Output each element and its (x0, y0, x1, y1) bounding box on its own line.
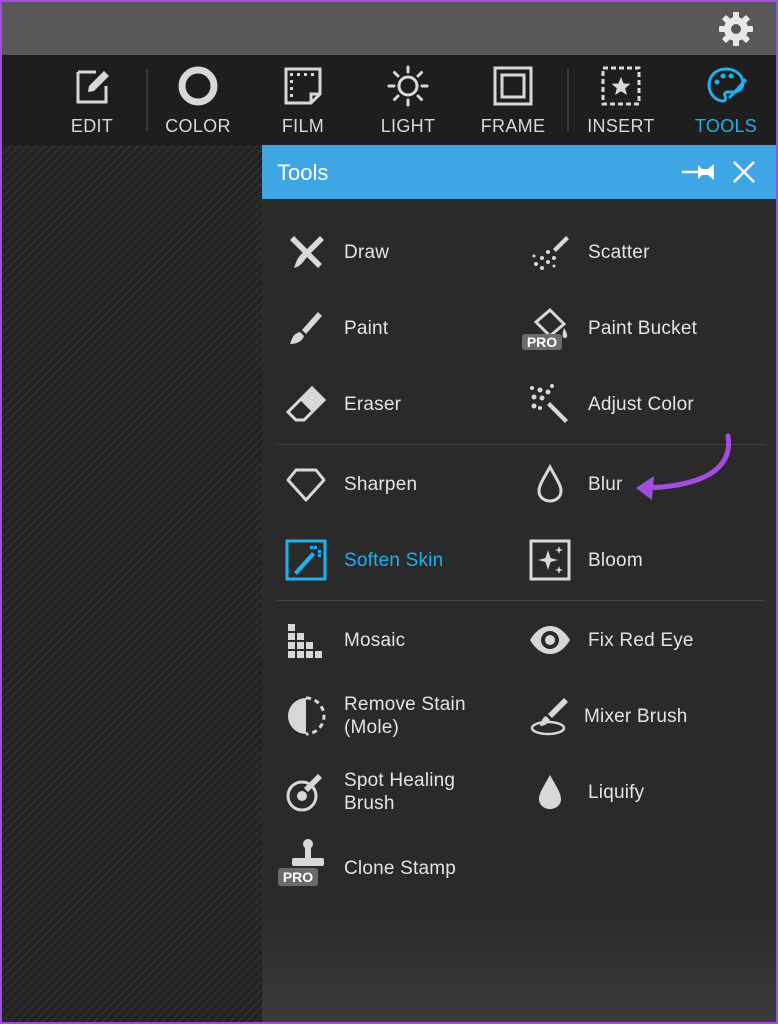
tools-icon (707, 67, 747, 103)
spot-healing-icon (286, 774, 322, 812)
panel-header: Tools (262, 145, 776, 199)
toolbar-separator (567, 69, 569, 131)
toolbar-color-label: COLOR (165, 116, 231, 136)
color-icon (178, 66, 218, 106)
tool-label: Mosaic (344, 629, 406, 651)
tool-label: Soften Skin (344, 549, 444, 571)
tool-label: Draw (344, 241, 390, 263)
tool-adjust-color[interactable]: Adjust Color (528, 374, 768, 434)
tool-label-line1: Spot Healing (344, 770, 456, 791)
tool-label: Paint Bucket (588, 317, 698, 339)
gear-icon[interactable] (716, 9, 756, 49)
toolbar-frame-label: FRAME (480, 116, 546, 136)
tool-label: Sharpen (344, 473, 418, 495)
film-icon (284, 67, 322, 105)
toolbar-insert-label: INSERT (587, 116, 655, 136)
toolbar-frame[interactable]: FRAME (463, 55, 563, 145)
canvas-area (2, 145, 262, 1022)
pin-icon[interactable] (680, 159, 720, 185)
insert-icon (601, 66, 641, 106)
tool-label: Adjust Color (588, 393, 694, 415)
tool-label: Scatter (588, 241, 650, 263)
title-bar (2, 2, 776, 55)
toolbar-insert[interactable]: INSERT (571, 55, 671, 145)
tool-label-line2: (Mole) (344, 717, 400, 738)
liquify-icon (539, 775, 561, 809)
toolbar-edit[interactable]: EDIT (42, 55, 142, 145)
adjust-color-icon (530, 384, 568, 423)
tool-label: Spot Healing Brush (344, 769, 455, 815)
close-icon[interactable] (731, 159, 757, 185)
mosaic-icon (288, 624, 322, 658)
tool-label: Mixer Brush (584, 705, 688, 727)
tool-mosaic[interactable]: Mosaic (284, 610, 524, 670)
eye-icon (530, 626, 570, 654)
toolbar-light-label: LIGHT (380, 116, 436, 136)
edit-icon (76, 70, 109, 104)
tool-scatter[interactable]: Scatter (528, 222, 768, 282)
draw-icon (290, 236, 324, 268)
tool-eraser[interactable]: Eraser (284, 374, 524, 434)
sharpen-icon (286, 468, 326, 502)
tool-label: Remove Stain (Mole) (344, 693, 466, 739)
pro-badge: PRO (283, 869, 313, 885)
tool-label: Fix Red Eye (588, 629, 694, 651)
clone-stamp-icon: PRO (278, 839, 324, 886)
toolbar-color[interactable]: COLOR (148, 55, 248, 145)
tool-blur[interactable]: Blur (528, 454, 768, 514)
tool-label: Paint (344, 317, 389, 339)
tool-spot-healing-brush[interactable]: Spot Healing Brush (284, 762, 524, 822)
frame-icon (493, 66, 533, 106)
tool-label: Blur (588, 473, 623, 495)
tool-paint[interactable]: Paint (284, 298, 524, 358)
toolbar-film-label: FILM (281, 116, 325, 136)
tools-panel: Tools Draw Scatter Paint PRO Paint Bucke… (262, 145, 776, 920)
tool-label-line2: Brush (344, 793, 395, 814)
toolbar-tools[interactable]: TOOLS (676, 55, 776, 145)
tool-remove-stain[interactable]: Remove Stain (Mole) (284, 686, 524, 746)
divider (277, 444, 765, 445)
paint-icon (290, 312, 322, 344)
tool-label: Liquify (588, 781, 645, 803)
mixer-brush-icon (530, 698, 568, 736)
tool-bloom[interactable]: Bloom (528, 530, 768, 590)
soften-skin-icon (285, 539, 327, 581)
tool-draw[interactable]: Draw (284, 222, 524, 282)
toolbar-edit-label: EDIT (70, 116, 114, 136)
toolbar-tools-label: TOOLS (694, 116, 758, 136)
paint-bucket-icon: PRO (522, 307, 568, 350)
tool-paint-bucket[interactable]: PRO Paint Bucket (522, 298, 768, 358)
divider (277, 600, 765, 601)
bloom-icon (529, 539, 571, 581)
main-toolbar: EDIT COLOR FILM LIGHT FRAME INSERT TOOLS (2, 55, 776, 145)
remove-stain-icon (288, 696, 326, 736)
tool-clone-stamp[interactable]: PRO Clone Stamp (278, 838, 524, 898)
svg-text:PRO: PRO (527, 334, 557, 350)
tool-label-line1: Remove Stain (344, 694, 466, 715)
tool-liquify[interactable]: Liquify (528, 762, 768, 822)
tool-mixer-brush[interactable]: Mixer Brush (528, 686, 768, 746)
tool-fix-red-eye[interactable]: Fix Red Eye (528, 610, 768, 670)
eraser-icon (285, 385, 327, 422)
light-icon (387, 65, 429, 107)
workspace-background (262, 920, 776, 1022)
toolbar-light[interactable]: LIGHT (358, 55, 458, 145)
tool-label: Eraser (344, 393, 402, 415)
tool-label: Clone Stamp (344, 857, 457, 879)
scatter-icon (532, 236, 569, 270)
tool-soften-skin[interactable]: Soften Skin (284, 530, 524, 590)
tool-label: Bloom (588, 549, 643, 571)
toolbar-film[interactable]: FILM (253, 55, 353, 145)
panel-title: Tools (277, 160, 329, 185)
blur-icon (537, 463, 563, 503)
tool-sharpen[interactable]: Sharpen (284, 454, 524, 514)
